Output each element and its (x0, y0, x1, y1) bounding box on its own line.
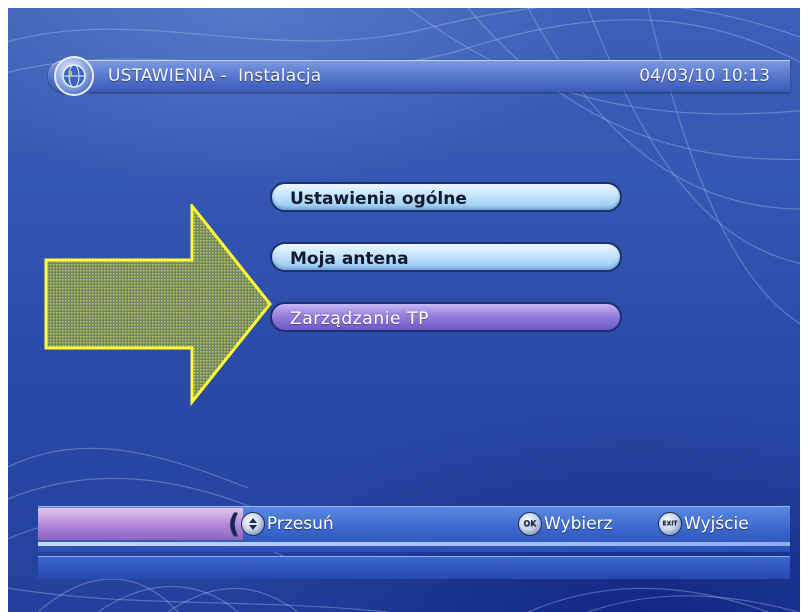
bracket-decoration: ( (228, 509, 240, 539)
exit-button-icon: EXIT (658, 512, 682, 536)
hint-move: ( Przesuń (228, 508, 334, 540)
footer-divider (38, 542, 790, 546)
menu-item-moja-antena[interactable]: Moja antena (270, 242, 622, 272)
date-time: 04/03/10 10:13 (639, 66, 770, 86)
hint-select: OK Wybierz (518, 508, 612, 540)
updown-arrows-icon (240, 512, 265, 536)
menu-item-ustawienia-ogolne[interactable]: Ustawienia ogólne (270, 182, 622, 212)
globe-icon (54, 56, 94, 96)
page-title: USTAWIENIA - Instalacja (108, 66, 322, 86)
yellow-arrow-icon (44, 204, 272, 407)
footer-lower-bar (38, 556, 790, 579)
hint-select-label: Wybierz (544, 514, 613, 534)
hint-exit-label: Wyjście (684, 514, 749, 534)
hint-exit: EXIT Wyjście (658, 508, 749, 540)
menu-item-zarzadzanie-tp[interactable]: Zarządzanie TP (270, 302, 622, 332)
ok-button-icon: OK (518, 512, 542, 536)
footer-accent (38, 508, 243, 540)
hint-move-label: Przesuń (266, 514, 334, 534)
tv-screen: USTAWIENIA - Instalacja 04/03/10 10:13 U… (8, 8, 800, 612)
